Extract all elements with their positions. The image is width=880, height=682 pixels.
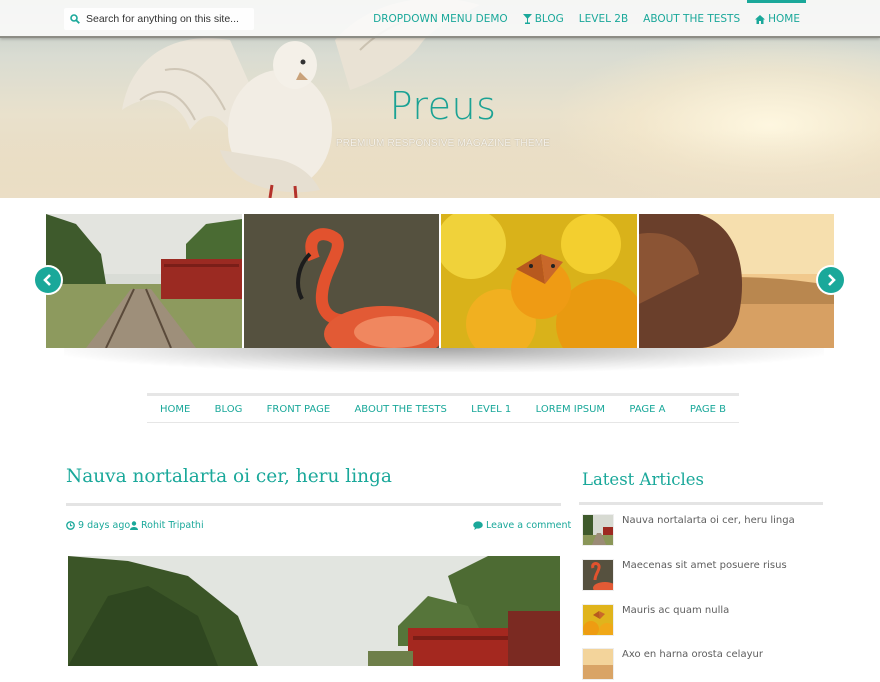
article-thumbnail[interactable] — [582, 604, 614, 636]
sidebar-widget-title: Latest Articles — [582, 470, 704, 489]
nav-level-2b[interactable]: LEVEL 2B — [579, 0, 628, 38]
nav-about-the-tests[interactable]: ABOUT THE TESTS — [643, 0, 740, 38]
sunset-thumbnail-image — [583, 649, 613, 679]
latest-article-item[interactable]: Nauva nortalarta oi cer, heru linga — [582, 514, 822, 548]
article-title[interactable]: Maecenas sit amet posuere risus — [622, 559, 822, 572]
site-tagline: PREMIUM RESPONSIVE MAGAZINE THEME — [335, 138, 551, 149]
article-thumbnail[interactable] — [582, 559, 614, 591]
top-navigation: DROPDOWN MENU DEMO BLOG LEVEL 2B ABOUT T… — [358, 0, 806, 38]
slide-flamingo[interactable] — [243, 214, 439, 348]
article-thumbnail[interactable] — [582, 514, 614, 546]
railway-train-image — [68, 556, 560, 666]
post-date[interactable]: 9 days ago — [66, 520, 130, 531]
main-nav-page-b[interactable]: PAGE B — [690, 404, 726, 415]
post-author[interactable]: Rohit Tripathi — [130, 520, 204, 531]
image-slider — [46, 214, 834, 348]
main-nav-front-page[interactable]: FRONT PAGE — [267, 404, 330, 415]
slider-next-button[interactable] — [818, 267, 844, 293]
clock-icon — [66, 521, 75, 530]
railway-tracks-image — [46, 214, 242, 348]
latest-article-item[interactable]: Maecenas sit amet posuere risus — [582, 559, 822, 593]
slide-woman[interactable] — [638, 214, 834, 348]
chevron-left-icon — [43, 274, 51, 286]
slide-butterfly[interactable] — [441, 214, 637, 348]
post-featured-image[interactable] — [68, 556, 560, 666]
flamingo-thumbnail-image — [583, 560, 613, 590]
site-title[interactable]: Preus — [0, 84, 880, 128]
article-title[interactable]: Axo en harna orosta celayur — [622, 648, 822, 661]
slide-railway[interactable] — [46, 214, 242, 348]
flamingo-image — [243, 214, 439, 348]
nav-home[interactable]: HOME — [747, 0, 806, 38]
home-icon — [755, 14, 766, 24]
post-comments-link[interactable]: Leave a comment — [473, 520, 571, 531]
nav-blog[interactable]: BLOG — [522, 0, 564, 38]
main-nav-level-1[interactable]: LEVEL 1 — [471, 404, 511, 415]
chevron-right-icon — [828, 274, 836, 286]
railway-thumbnail-image — [583, 515, 613, 545]
glass-icon — [522, 14, 532, 24]
woman-sunset-image — [638, 214, 834, 348]
divider — [579, 502, 823, 505]
main-nav-about-the-tests[interactable]: ABOUT THE TESTS — [354, 404, 446, 415]
article-title[interactable]: Nauva nortalarta oi cer, heru linga — [622, 514, 822, 527]
main-nav-blog[interactable]: BLOG — [215, 404, 243, 415]
latest-article-item[interactable]: Mauris ac quam nulla — [582, 604, 822, 638]
nav-dropdown-menu-demo[interactable]: DROPDOWN MENU DEMO — [373, 0, 508, 38]
butterfly-thumbnail-image — [583, 605, 613, 635]
user-icon — [130, 521, 138, 530]
article-title[interactable]: Mauris ac quam nulla — [622, 604, 822, 617]
main-navigation: HOME BLOG FRONT PAGE ABOUT THE TESTS LEV… — [147, 393, 739, 423]
header-banner: Preus PREMIUM RESPONSIVE MAGAZINE THEME … — [0, 0, 880, 198]
slider-prev-button[interactable] — [35, 267, 61, 293]
search-icon — [70, 14, 80, 24]
butterfly-flower-image — [441, 214, 637, 348]
main-nav-home[interactable]: HOME — [160, 404, 190, 415]
divider — [66, 503, 561, 506]
top-bar: DROPDOWN MENU DEMO BLOG LEVEL 2B ABOUT T… — [0, 0, 880, 38]
search-input[interactable] — [86, 13, 251, 25]
main-nav-page-a[interactable]: PAGE A — [629, 404, 665, 415]
main-nav-lorem-ipsum[interactable]: LOREM IPSUM — [536, 404, 605, 415]
article-thumbnail[interactable] — [582, 648, 614, 680]
comment-icon — [473, 521, 483, 530]
latest-article-item[interactable]: Axo en harna orosta celayur — [582, 648, 822, 682]
search-box[interactable] — [64, 8, 254, 30]
post-title[interactable]: Nauva nortalarta oi cer, heru linga — [66, 466, 566, 487]
